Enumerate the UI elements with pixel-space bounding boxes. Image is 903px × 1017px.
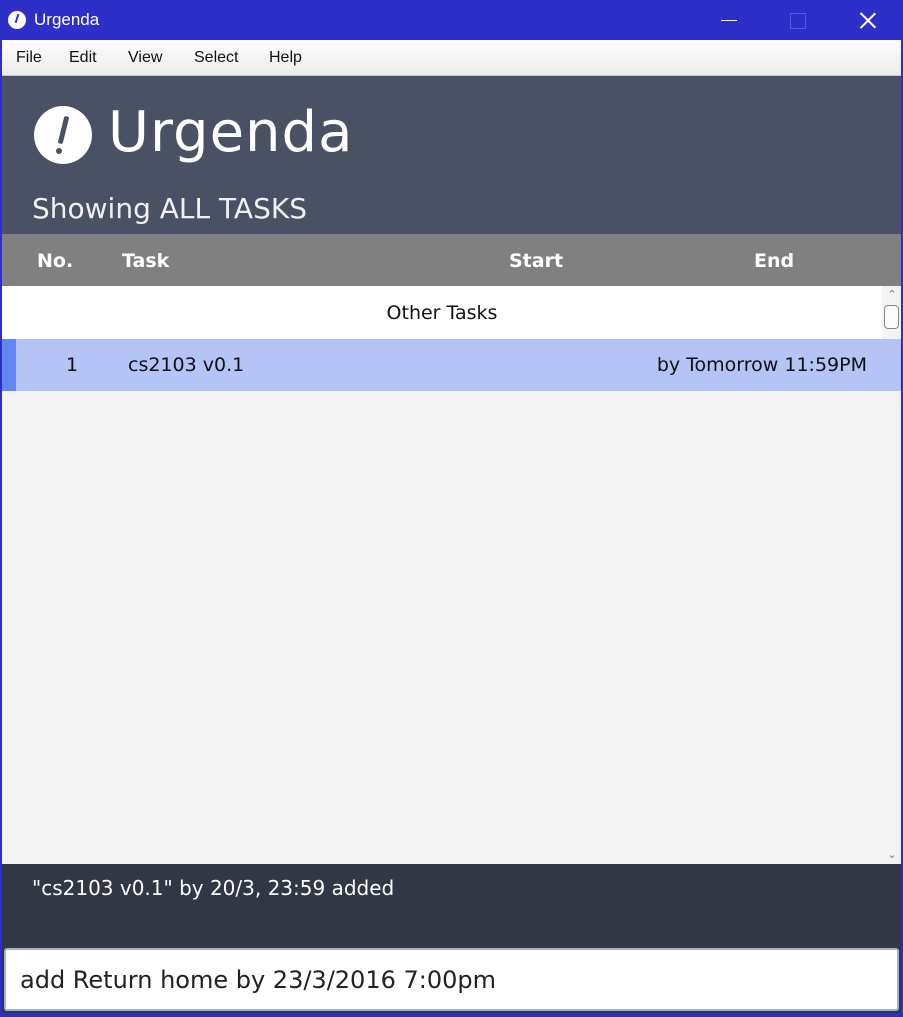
scroll-up-arrow-icon[interactable]: ⌃ bbox=[885, 288, 899, 301]
menu-file[interactable]: File bbox=[16, 49, 42, 67]
menu-view[interactable]: View bbox=[128, 49, 162, 67]
minimize-button[interactable] bbox=[706, 0, 752, 40]
column-start: Start bbox=[509, 250, 564, 272]
app-logo-icon bbox=[8, 11, 26, 29]
close-button[interactable] bbox=[845, 0, 891, 40]
app-window: Urgenda File Edit View Select Help Urgen… bbox=[0, 0, 903, 1017]
feedback-panel: "cs2103 v0.1" by 20/3, 23:59 added bbox=[2, 864, 901, 946]
app-header: Urgenda Showing ALL TASKS bbox=[2, 76, 901, 234]
task-number: 1 bbox=[66, 354, 79, 376]
exclamation-logo-icon bbox=[34, 106, 92, 164]
task-description: cs2103 v0.1 bbox=[128, 354, 245, 376]
app-name: Urgenda bbox=[108, 100, 354, 165]
command-input[interactable] bbox=[4, 948, 899, 1011]
column-end: End bbox=[754, 250, 795, 272]
section-label: Other Tasks bbox=[386, 302, 498, 324]
scroll-down-arrow-icon[interactable]: ⌄ bbox=[885, 848, 899, 861]
task-end: by Tomorrow 11:59PM bbox=[656, 354, 867, 376]
task-list[interactable]: Other Tasks 1 cs2103 v0.1 by Tomorrow 11… bbox=[2, 286, 901, 864]
menu-bar: File Edit View Select Help bbox=[2, 40, 901, 76]
command-bar bbox=[2, 946, 901, 1013]
feedback-message: "cs2103 v0.1" by 20/3, 23:59 added bbox=[32, 876, 395, 900]
task-row[interactable]: 1 cs2103 v0.1 by Tomorrow 11:59PM bbox=[2, 339, 901, 391]
maximize-button[interactable] bbox=[775, 0, 821, 40]
view-title: Showing ALL TASKS bbox=[32, 192, 307, 225]
column-header: No. Task Start End bbox=[2, 234, 901, 286]
column-no: No. bbox=[37, 250, 74, 272]
menu-edit[interactable]: Edit bbox=[69, 49, 97, 67]
menu-help[interactable]: Help bbox=[269, 49, 302, 67]
column-task: Task bbox=[122, 250, 170, 272]
selection-accent bbox=[2, 339, 16, 391]
menu-select[interactable]: Select bbox=[194, 49, 238, 67]
scrollbar-thumb[interactable] bbox=[884, 305, 899, 329]
section-header: Other Tasks bbox=[2, 286, 882, 339]
window-title: Urgenda bbox=[34, 10, 100, 29]
title-bar[interactable]: Urgenda bbox=[0, 0, 903, 40]
